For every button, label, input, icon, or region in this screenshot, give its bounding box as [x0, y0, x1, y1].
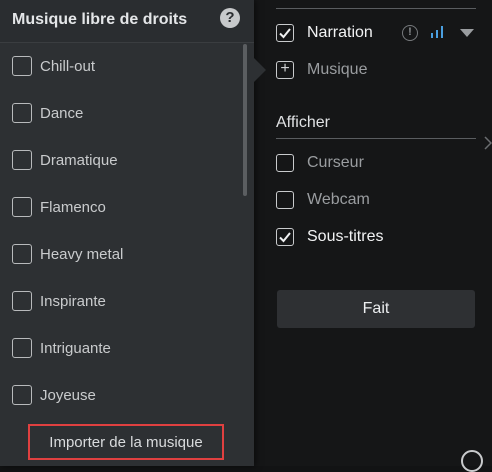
- genre-checkbox[interactable]: [12, 150, 32, 170]
- genre-item-inspirante[interactable]: Inspirante: [12, 291, 106, 311]
- music-option[interactable]: + Musique: [276, 61, 367, 79]
- popup-title: Musique libre de droits: [12, 11, 188, 28]
- webcam-option[interactable]: Webcam: [276, 191, 370, 209]
- genre-item-dramatique[interactable]: Dramatique: [12, 150, 118, 170]
- scrollbar[interactable]: [243, 44, 247, 196]
- display-section-title: Afficher: [276, 114, 330, 131]
- genre-label: Inspirante: [40, 292, 106, 310]
- genre-checkbox[interactable]: [12, 291, 32, 311]
- genre-checkbox[interactable]: [12, 338, 32, 358]
- import-music-button[interactable]: Importer de la musique: [28, 424, 224, 460]
- popup-pointer: [254, 58, 266, 82]
- narration-label: Narration: [307, 24, 373, 41]
- record-circle-icon[interactable]: [461, 450, 483, 472]
- genre-checkbox[interactable]: [12, 103, 32, 123]
- audio-level-icon[interactable]: [430, 26, 444, 38]
- genre-item-intriguante[interactable]: Intriguante: [12, 338, 111, 358]
- checkmark-icon: [279, 232, 291, 243]
- subtitles-option[interactable]: Sous-titres: [276, 228, 383, 246]
- help-icon[interactable]: ?: [220, 8, 240, 28]
- genre-label: Dramatique: [40, 151, 118, 169]
- genre-checkbox[interactable]: [12, 197, 32, 217]
- cursor-option[interactable]: Curseur: [276, 154, 364, 172]
- popup-header: Musique libre de droits ?: [0, 0, 254, 43]
- chevron-right-icon[interactable]: [484, 136, 492, 150]
- genre-label: Chill-out: [40, 57, 96, 75]
- genre-item-joyeuse[interactable]: Joyeuse: [12, 385, 96, 405]
- divider: [276, 8, 476, 9]
- chevron-down-icon[interactable]: [460, 29, 474, 37]
- divider: [276, 138, 476, 139]
- genre-checkbox[interactable]: [12, 244, 32, 264]
- cursor-checkbox[interactable]: [276, 154, 294, 172]
- genre-item-flamenco[interactable]: Flamenco: [12, 197, 106, 217]
- royalty-free-music-popup: Musique libre de droits ? Chill-out Danc…: [0, 0, 254, 466]
- genre-label: Intriguante: [40, 339, 111, 357]
- cursor-label: Curseur: [307, 154, 364, 171]
- genre-checkbox[interactable]: [12, 385, 32, 405]
- genre-label: Dance: [40, 104, 84, 122]
- genre-item-chill-out[interactable]: Chill-out: [12, 56, 95, 76]
- subtitles-checkbox[interactable]: [276, 228, 294, 246]
- genre-checkbox[interactable]: [12, 56, 32, 76]
- narration-checkbox[interactable]: [276, 24, 294, 42]
- subtitles-label: Sous-titres: [307, 228, 384, 245]
- music-label: Musique: [307, 61, 368, 78]
- genre-label: Joyeuse: [40, 386, 96, 404]
- genre-label: Heavy metal: [40, 245, 124, 263]
- webcam-label: Webcam: [307, 191, 370, 208]
- checkmark-icon: [279, 28, 291, 39]
- plus-icon[interactable]: +: [276, 61, 294, 79]
- partial-control: [278, 456, 328, 466]
- genre-item-heavy-metal[interactable]: Heavy metal: [12, 244, 123, 264]
- warning-icon[interactable]: !: [402, 25, 418, 41]
- narration-option[interactable]: Narration: [276, 24, 373, 42]
- genre-label: Flamenco: [40, 198, 106, 216]
- done-button[interactable]: Fait: [277, 290, 475, 328]
- genre-item-dance[interactable]: Dance: [12, 103, 83, 123]
- webcam-checkbox[interactable]: [276, 191, 294, 209]
